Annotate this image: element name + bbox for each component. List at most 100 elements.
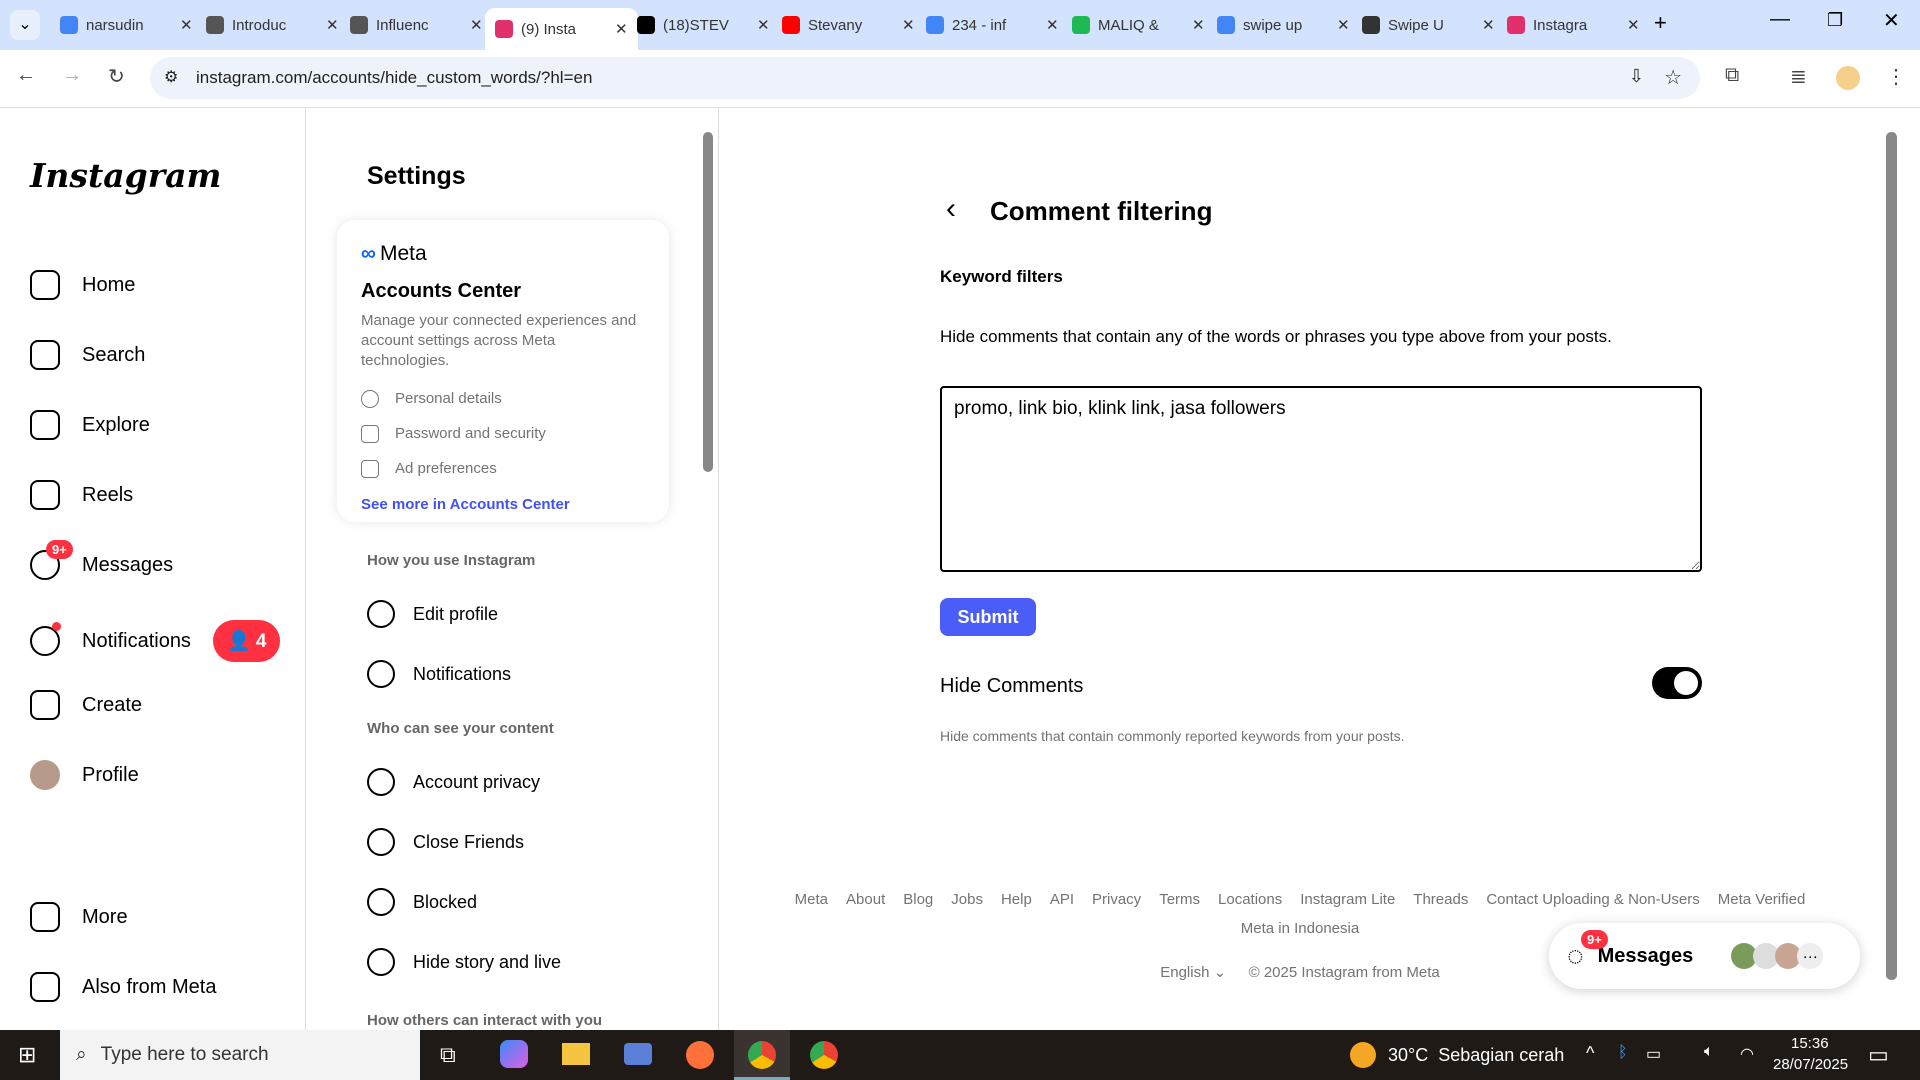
url-input[interactable]: ⚙ instagram.com/accounts/hide_custom_wor… <box>150 57 1700 99</box>
nav-item-more[interactable]: More <box>30 902 128 932</box>
notification-center-icon[interactable]: ▭ <box>1868 1042 1889 1068</box>
browser-tab[interactable]: MALIQ & ✕ <box>1062 8 1215 42</box>
weather-text[interactable]: 30°C Sebagian cerah <box>1388 1045 1564 1066</box>
clock-time[interactable]: 15:36 <box>1791 1035 1829 1052</box>
close-tab-icon[interactable]: ✕ <box>1046 16 1059 34</box>
chrome-profile-icon[interactable] <box>810 1041 838 1069</box>
browser-tab[interactable]: Swipe U ✕ <box>1352 8 1505 42</box>
bookmark-star-icon[interactable]: ☆ <box>1664 65 1682 90</box>
start-icon[interactable]: ⊞ <box>18 1042 36 1068</box>
forward-icon[interactable]: → <box>62 64 82 87</box>
nav-item-notifications[interactable]: Notifications 👤 4 <box>30 620 281 662</box>
settings-item[interactable]: Close Friends <box>367 828 524 856</box>
file-explorer-icon[interactable] <box>562 1043 590 1065</box>
settings-item[interactable]: Account privacy <box>367 768 540 796</box>
settings-item[interactable]: Notifications <box>367 660 511 688</box>
footer-link[interactable]: Jobs <box>951 891 983 908</box>
footer-link[interactable]: Meta Verified <box>1718 891 1806 908</box>
close-window-button[interactable]: ✕ <box>1883 8 1900 33</box>
messages-pill[interactable]: ◌ 9+ Messages … <box>1549 923 1860 989</box>
hide-comments-toggle[interactable] <box>1652 667 1702 699</box>
browser-tab[interactable]: Influenc ✕ <box>340 8 493 42</box>
nav-item-explore[interactable]: Explore <box>30 410 150 440</box>
nav-item-create[interactable]: Create <box>30 690 142 720</box>
clock-date[interactable]: 28/07/2025 <box>1773 1056 1848 1073</box>
footer-link[interactable]: Locations <box>1218 891 1282 908</box>
settings-item[interactable]: Edit profile <box>367 600 498 628</box>
close-tab-icon[interactable]: ✕ <box>470 16 483 34</box>
submit-button[interactable]: Submit <box>940 598 1036 636</box>
close-tab-icon[interactable]: ✕ <box>326 16 339 34</box>
close-tab-icon[interactable]: ✕ <box>1192 16 1205 34</box>
taskbar-search[interactable]: ⌕ Type here to search <box>60 1030 420 1080</box>
back-icon[interactable]: ← <box>16 64 36 87</box>
accounts-center-item[interactable]: Personal details <box>361 381 645 416</box>
close-tab-icon[interactable]: ✕ <box>1482 16 1495 34</box>
copilot-icon[interactable] <box>500 1040 528 1068</box>
nav-item-messages[interactable]: 9+ Messages <box>30 540 173 580</box>
nav-item-search[interactable]: Search <box>30 340 145 370</box>
footer-link[interactable]: Terms <box>1159 891 1200 908</box>
nav-item-also-from-meta[interactable]: Also from Meta <box>30 972 216 1002</box>
browser-tab[interactable]: (9) Insta ✕ <box>485 8 638 50</box>
browser-tab[interactable]: Introduc ✕ <box>196 8 349 42</box>
see-more-accounts-center-link[interactable]: See more in Accounts Center <box>361 496 645 513</box>
tab-search-button[interactable]: ⌄ <box>10 10 40 40</box>
accounts-center-item[interactable]: Ad preferences <box>361 451 645 486</box>
settings-item[interactable]: Blocked <box>367 888 477 916</box>
language-select[interactable]: English ⌄ <box>1160 964 1226 981</box>
install-icon[interactable]: ⇩ <box>1629 66 1644 87</box>
notifications-count-badge[interactable]: 👤 4 <box>212 620 281 662</box>
footer-link[interactable]: API <box>1050 891 1074 908</box>
page-scrollbar[interactable] <box>1886 132 1897 980</box>
keyword-textarea[interactable]: promo, link bio, klink link, jasa follow… <box>940 386 1702 572</box>
browser-tab[interactable]: 234 - inf ✕ <box>916 8 1069 42</box>
browser-tab[interactable]: (18)STEV ✕ <box>627 8 780 42</box>
close-tab-icon[interactable]: ✕ <box>1337 16 1350 34</box>
nav-item-reels[interactable]: Reels <box>30 480 133 510</box>
close-tab-icon[interactable]: ✕ <box>1627 16 1640 34</box>
nav-item-home[interactable]: Home <box>30 270 135 300</box>
settings-scrollbar[interactable] <box>703 132 713 472</box>
footer-link[interactable]: Contact Uploading & Non-Users <box>1486 891 1699 908</box>
footer-link[interactable]: Blog <box>903 891 933 908</box>
browser-tab[interactable]: Instagra ✕ <box>1497 8 1650 42</box>
network-icon[interactable]: ◠ <box>1740 1044 1754 1064</box>
volume-icon[interactable]: 🔈︎ <box>1704 1043 1714 1061</box>
restore-button[interactable]: ❐ <box>1827 10 1843 31</box>
tray-chevron-icon[interactable]: ^ <box>1586 1043 1594 1064</box>
footer-link[interactable]: About <box>846 891 885 908</box>
task-view-icon[interactable]: ⧉ <box>440 1042 456 1068</box>
minimize-button[interactable]: — <box>1770 8 1790 31</box>
menu-icon[interactable]: ⋮ <box>1886 64 1906 89</box>
reload-icon[interactable]: ↻ <box>108 64 125 89</box>
browser-tab[interactable]: swipe up ✕ <box>1207 8 1360 42</box>
back-arrow-icon[interactable]: ‹ <box>946 192 956 226</box>
firefox-icon[interactable] <box>686 1041 714 1069</box>
weather-icon[interactable] <box>1350 1042 1376 1068</box>
nav-item-profile[interactable]: Profile <box>30 760 139 790</box>
browser-tab[interactable]: Stevany ✕ <box>772 8 925 42</box>
media-icon[interactable]: ≣ <box>1790 64 1807 89</box>
accounts-center-card[interactable]: ∞ Meta Accounts Center Manage your connec… <box>337 220 669 522</box>
close-tab-icon[interactable]: ✕ <box>902 16 915 34</box>
footer-link[interactable]: Help <box>1001 891 1032 908</box>
bluetooth-icon[interactable]: ᛒ <box>1618 1044 1628 1062</box>
footer-link[interactable]: Privacy <box>1092 891 1141 908</box>
close-tab-icon[interactable]: ✕ <box>180 16 193 34</box>
browser-tab[interactable]: narsudin ✕ <box>50 8 203 42</box>
profile-avatar[interactable] <box>1836 66 1860 90</box>
site-info-icon[interactable]: ⚙ <box>164 67 178 87</box>
accounts-center-item[interactable]: Password and security <box>361 416 645 451</box>
footer-link[interactable]: Meta <box>795 891 828 908</box>
battery-icon[interactable]: ▭ <box>1646 1044 1661 1064</box>
new-tab-button[interactable]: + <box>1654 10 1667 36</box>
close-tab-icon[interactable]: ✕ <box>615 20 628 38</box>
settings-item[interactable]: Hide story and live <box>367 948 561 976</box>
footer-link-meta-indonesia[interactable]: Meta in Indonesia <box>1241 920 1359 937</box>
chrome-icon[interactable] <box>734 1030 790 1080</box>
footer-link[interactable]: Instagram Lite <box>1300 891 1395 908</box>
close-tab-icon[interactable]: ✕ <box>757 16 770 34</box>
camera-icon[interactable] <box>624 1043 652 1065</box>
extensions-icon[interactable]: ⧉ <box>1725 64 1739 87</box>
